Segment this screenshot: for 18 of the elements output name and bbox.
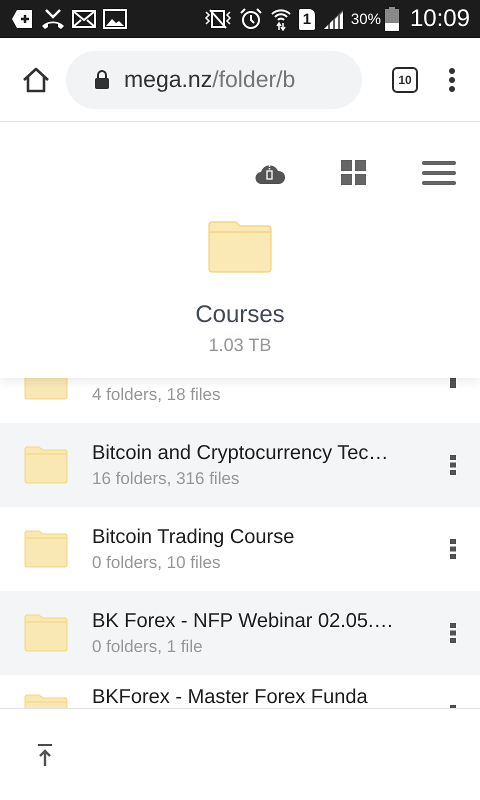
folder-row[interactable]: Bitcoin and Cryptocurrency Tec… 16 folders, 316 files <box>0 423 480 507</box>
clock: 10:09 <box>410 5 470 33</box>
folder-title: Courses <box>195 301 285 329</box>
folder-info: 16 folders, 316 files <box>92 468 240 488</box>
address-bar[interactable]: mega.nz/folder/b <box>66 50 362 108</box>
tab-count-button[interactable]: 10 <box>392 66 418 92</box>
battery-percentage: 30% <box>350 10 381 28</box>
folder-name: BK Forex - NFP Webinar 02.05.… <box>92 610 395 632</box>
folder-row[interactable]: BK Forex - NFP Webinar 02.05.… 0 folders, 1 file <box>0 591 480 675</box>
folder-info: 4 folders, 18 files <box>92 385 222 405</box>
folder-name: BKForex - Master Forex Funda <box>92 687 369 708</box>
folder-name: Bitcoin and Cryptocurrency Tec… <box>92 442 390 464</box>
folder-info: 0 folders, 1 file <box>92 636 204 656</box>
sim-indicator: 1 <box>298 8 315 30</box>
url-text: mega.nz/folder/b <box>124 66 296 93</box>
folder-info: 0 folders, 10 files <box>92 552 222 572</box>
folder-name: Bitcoin Trading Course <box>92 526 296 548</box>
folder-size: 1.03 TB <box>208 335 272 356</box>
